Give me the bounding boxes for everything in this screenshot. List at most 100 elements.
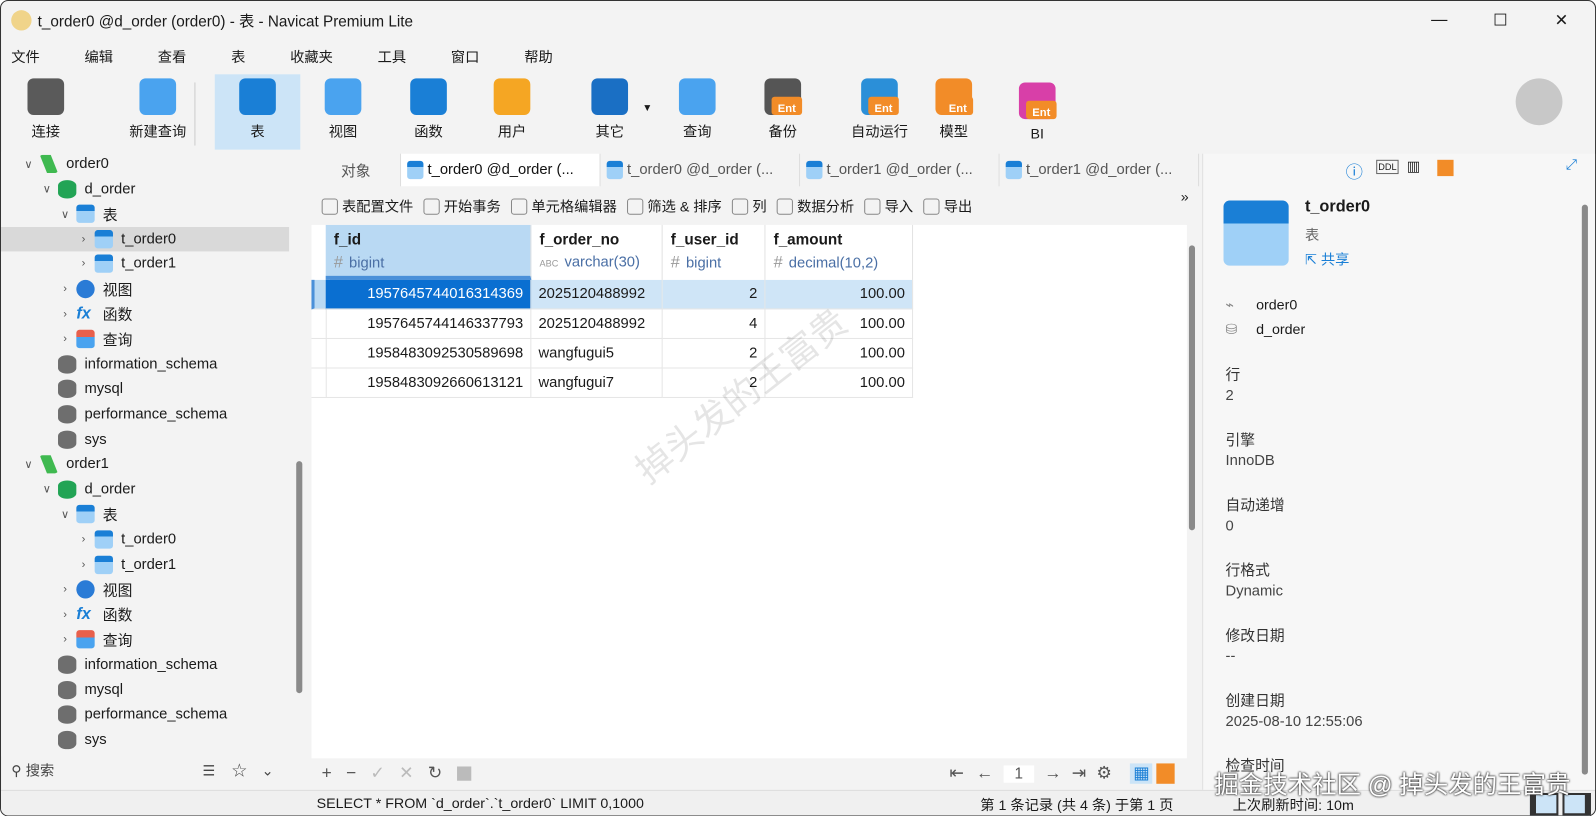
menu-5[interactable]: 工具: [378, 47, 407, 67]
refresh-icon[interactable]: ↻: [428, 763, 443, 783]
maximize-button[interactable]: ☐: [1477, 5, 1524, 36]
cell-f_user_id[interactable]: 4: [662, 309, 766, 339]
tree-item-[interactable]: › 查询: [1, 627, 289, 651]
tree-item-order1[interactable]: ∨ order1: [1, 452, 289, 476]
share-link[interactable]: ⇱ 共享: [1305, 249, 1349, 269]
data-analysis-button[interactable]: 数据分析: [776, 196, 854, 216]
tree-item-[interactable]: › fx 函数: [1, 602, 289, 626]
form-view-icon[interactable]: [1156, 763, 1176, 784]
tree-item-order0[interactable]: ∨ order0: [1, 152, 289, 176]
tree-item-[interactable]: ∨ 表: [1, 202, 289, 226]
settings-icon[interactable]: ⚙: [1096, 763, 1112, 783]
tab-3[interactable]: t_order1 @d_order (...: [800, 153, 1000, 187]
toolbar-new-query-button[interactable]: 新建查询: [99, 74, 217, 149]
tree-item-d_order[interactable]: ∨ d_order: [1, 177, 289, 201]
cell-f_id[interactable]: 1958483092660613121: [325, 368, 532, 398]
chevron-right-icon[interactable]: ›: [76, 533, 90, 545]
tree-item-t_order1[interactable]: › t_order1: [1, 552, 289, 576]
column-header-f_amount[interactable]: f_amount # decimal(10,2): [765, 224, 914, 280]
tree-item-information_schema[interactable]: information_schema: [1, 352, 289, 376]
table-profile-button[interactable]: 表配置文件: [321, 196, 413, 216]
tree-item-[interactable]: › 视图: [1, 577, 289, 601]
menu-3[interactable]: 表: [231, 47, 245, 67]
filter-sort-button[interactable]: 筛选 & 排序: [627, 196, 722, 216]
menu-0[interactable]: 文件: [11, 47, 40, 67]
tree-item-[interactable]: ∨ 表: [1, 502, 289, 526]
grid-scrollbar[interactable]: [1188, 245, 1196, 531]
close-button[interactable]: ✕: [1538, 5, 1585, 36]
cell-f_order_no[interactable]: wangfugui5: [531, 338, 663, 369]
chevron-down-icon[interactable]: ∨: [21, 458, 35, 471]
info-scrollbar[interactable]: [1581, 204, 1588, 775]
other-dropdown-icon[interactable]: ▼: [642, 103, 652, 114]
chevron-down-icon[interactable]: ∨: [40, 483, 54, 496]
toolbar-function-button[interactable]: 函数: [386, 74, 472, 149]
cell-f_user_id[interactable]: 2: [662, 279, 766, 310]
toolbar-bi-button[interactable]: Ent BI: [994, 74, 1080, 149]
tree-item-sys[interactable]: sys: [1, 728, 289, 752]
tree-item-information_schema[interactable]: information_schema: [1, 652, 289, 676]
search-input[interactable]: 搜索: [26, 760, 55, 780]
column-header-f_user_id[interactable]: f_user_id # bigint: [663, 224, 766, 280]
stop-icon[interactable]: [456, 766, 471, 781]
column-header-f_id[interactable]: f_id # bigint: [325, 224, 532, 280]
filter-icon[interactable]: ☰: [203, 762, 216, 779]
tab-2[interactable]: t_order0 @d_order (...: [600, 153, 801, 187]
chevron-right-icon[interactable]: ›: [58, 583, 72, 595]
page-input[interactable]: 1: [1003, 764, 1035, 783]
first-page-icon[interactable]: ⇤: [949, 763, 964, 783]
begin-transaction-button[interactable]: 开始事务: [423, 196, 501, 216]
tree-item-t_order1[interactable]: › t_order1: [1, 252, 289, 276]
chevron-right-icon[interactable]: ›: [76, 258, 90, 270]
toolbar-view-button[interactable]: 视图: [300, 74, 386, 149]
toolbar-query-button[interactable]: 查询: [655, 74, 741, 149]
toolbar-table-button[interactable]: 表: [214, 74, 301, 150]
cell-f_order_no[interactable]: 2025120488992: [531, 279, 663, 310]
menu-4[interactable]: 收藏夹: [290, 47, 333, 67]
collapse-icon[interactable]: ⌄: [262, 762, 274, 779]
tree-item-d_order[interactable]: ∨ d_order: [1, 477, 289, 501]
add-row-icon[interactable]: +: [322, 763, 332, 783]
chevron-right-icon[interactable]: ›: [58, 634, 72, 646]
toolbar-user-button[interactable]: 用户: [469, 74, 555, 149]
toolbar-backup-button[interactable]: Ent 备份: [740, 74, 826, 149]
chevron-right-icon[interactable]: ›: [58, 283, 72, 295]
ent-icon[interactable]: [1437, 159, 1454, 177]
info-icon[interactable]: ⓘ: [1346, 158, 1363, 183]
chevron-down-icon[interactable]: ∨: [58, 508, 72, 521]
cell-f_id[interactable]: 1958483092530589698: [325, 338, 532, 369]
next-page-icon[interactable]: →: [1044, 763, 1061, 783]
discard-icon[interactable]: ✕: [399, 763, 414, 783]
cell-f_order_no[interactable]: 2025120488992: [531, 309, 663, 339]
tree-item-[interactable]: › 视图: [1, 277, 289, 301]
import-button[interactable]: 导入: [864, 196, 913, 216]
tree-item-performance_schema[interactable]: performance_schema: [1, 703, 289, 727]
columns-icon[interactable]: ▥: [1407, 158, 1420, 175]
avatar[interactable]: [1515, 78, 1563, 126]
row-marker[interactable]: [311, 368, 327, 398]
prev-page-icon[interactable]: ←: [976, 763, 993, 783]
toolbar-plug-add-button[interactable]: 连接: [1, 74, 91, 149]
tree-item-sys[interactable]: sys: [1, 427, 289, 451]
apply-icon[interactable]: ✓: [370, 763, 385, 783]
chevron-right-icon[interactable]: ›: [58, 308, 72, 320]
tab-1[interactable]: t_order0 @d_order (...: [401, 153, 601, 187]
column-header-f_order_no[interactable]: f_order_no ABC varchar(30): [531, 224, 663, 280]
menu-6[interactable]: 窗口: [451, 47, 480, 67]
chevron-right-icon[interactable]: ›: [58, 608, 72, 620]
toolbar-tools-button[interactable]: 其它: [567, 74, 653, 149]
tree-item-[interactable]: › 查询: [1, 327, 289, 351]
ddl-icon[interactable]: DDL: [1376, 159, 1399, 175]
expand-icon[interactable]: ⤢: [1566, 156, 1577, 173]
table-row[interactable]: 1958483092660613121 wangfugui7 2 100.00: [311, 368, 914, 398]
tree-item-mysql[interactable]: mysql: [1, 678, 289, 702]
menu-1[interactable]: 编辑: [84, 47, 113, 67]
tree-item-t_order0[interactable]: › t_order0: [1, 527, 289, 551]
minimize-button[interactable]: —: [1416, 5, 1463, 36]
last-page-icon[interactable]: ⇥: [1072, 763, 1087, 783]
chevron-down-icon[interactable]: ∨: [40, 182, 54, 195]
tree-item-performance_schema[interactable]: performance_schema: [1, 402, 289, 426]
chevron-down-icon[interactable]: ∨: [21, 157, 35, 170]
menu-7[interactable]: 帮助: [524, 47, 553, 67]
chevron-right-icon[interactable]: ›: [58, 333, 72, 345]
